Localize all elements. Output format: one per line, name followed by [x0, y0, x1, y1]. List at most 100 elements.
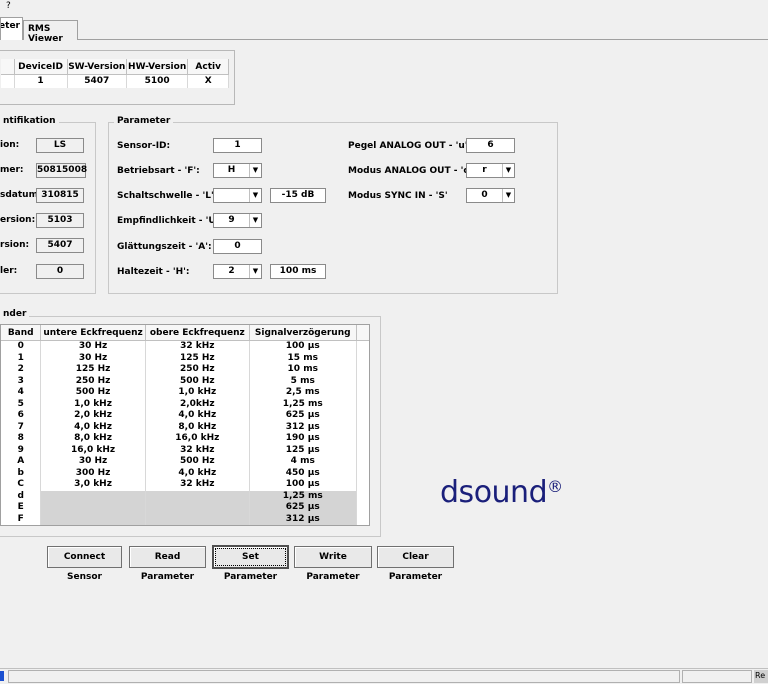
table-row[interactable]: F 312 µs: [1, 513, 369, 525]
upper-frequency-cell: 8,0 kHz: [145, 421, 250, 433]
lower-frequency-cell: 500 Hz: [40, 387, 146, 399]
haltezeit-label: Haltezeit - 'H':: [117, 267, 190, 277]
modus-sync-in-select[interactable]: 0 ▼: [466, 188, 515, 203]
tab-parameter[interactable]: meter: [0, 17, 23, 40]
row-pad-cell: [356, 364, 369, 376]
band-cell: d: [1, 490, 42, 502]
band-cell: 1: [1, 352, 42, 364]
table-row[interactable]: C 3,0 kHz 32 kHz 100 µs: [1, 479, 369, 491]
table-row[interactable]: 9 16,0 kHz 32 kHz 125 µs: [1, 444, 369, 456]
connect-sensor-button[interactable]: Connect Sensor: [47, 546, 122, 582]
lower-frequency-cell: 30 Hz: [40, 352, 146, 364]
lower-frequency-cell: 3,0 kHz: [40, 479, 146, 491]
sensor-id-label: Sensor-ID:: [117, 141, 171, 151]
table-row[interactable]: 7 4,0 kHz 8,0 kHz 312 µs: [1, 421, 369, 433]
status-panel-right: Re: [754, 670, 768, 683]
activ-cell: X: [187, 74, 229, 88]
modus-sync-in-label: Modus SYNC IN - 'S': [348, 191, 448, 201]
device-table[interactable]: DeviceID SW-Version HW-Version Activ 1 5…: [1, 59, 229, 88]
read-parameter-button[interactable]: Read Parameter: [129, 546, 206, 582]
sw-version-cell: 5407: [67, 74, 127, 88]
sensor-type-field: LS: [36, 138, 84, 153]
upper-frequency-cell: 250 Hz: [145, 364, 250, 376]
identification-label: rsion:: [0, 240, 30, 250]
glaettungszeit-input[interactable]: 0: [213, 239, 262, 254]
device-table-header: Activ: [187, 59, 229, 75]
production-date-field: 310815: [36, 188, 84, 203]
status-bar: Re: [0, 668, 768, 684]
upper-frequency-cell: 2,0kHz: [145, 398, 250, 410]
device-table-header: HW-Version: [126, 59, 189, 75]
lower-frequency-cell: 1,0 kHz: [40, 398, 146, 410]
chevron-down-icon[interactable]: ▼: [249, 214, 261, 227]
schaltschwelle-select[interactable]: ▼: [213, 188, 262, 203]
table-row[interactable]: 8 8,0 kHz 16,0 kHz 190 µs: [1, 433, 369, 445]
signal-delay-cell: 125 µs: [249, 444, 357, 456]
empfindlichkeit-select[interactable]: 9 ▼: [213, 213, 262, 228]
baender-table[interactable]: Band untere Eckfrequenz obere Eckfrequen…: [1, 325, 369, 525]
band-cell: 8: [1, 433, 42, 445]
sensor-id-input[interactable]: 1: [213, 138, 262, 153]
serial-number-field: 50815008: [36, 163, 87, 178]
upper-frequency-cell: 500 Hz: [145, 456, 250, 468]
table-row[interactable]: 4 500 Hz 1,0 kHz 2,5 ms: [1, 387, 369, 399]
upper-frequency-cell: [145, 513, 250, 525]
chevron-down-icon[interactable]: ▼: [249, 265, 261, 278]
modus-analog-out-select[interactable]: r ▼: [466, 163, 515, 178]
table-row[interactable]: E 625 µs: [1, 502, 369, 514]
baender-table-container[interactable]: Band untere Eckfrequenz obere Eckfrequen…: [0, 324, 370, 526]
signal-delay-cell: 2,5 ms: [249, 387, 357, 399]
pegel-analog-out-input[interactable]: 6: [466, 138, 515, 153]
identification-label: ler:: [0, 266, 18, 276]
row-pad-cell: [356, 444, 369, 456]
tab-rms-viewer[interactable]: RMS Viewer: [23, 20, 78, 44]
table-row[interactable]: 1 5407 5100 X: [1, 74, 229, 88]
parameter-title: Parameter: [114, 116, 174, 126]
dsound-logo: dsound®: [440, 475, 563, 510]
signal-delay-cell: 312 µs: [249, 421, 357, 433]
lower-frequency-cell: [40, 502, 146, 514]
chevron-down-icon[interactable]: ▼: [502, 189, 514, 202]
status-panel-main: [8, 670, 680, 683]
table-row[interactable]: b 300 Hz 4,0 kHz 450 µs: [1, 467, 369, 479]
table-row[interactable]: 6 2,0 kHz 4,0 kHz 625 µs: [1, 410, 369, 422]
upper-frequency-cell: 32 kHz: [145, 444, 250, 456]
haltezeit-value: 2: [228, 266, 235, 276]
logo-registered-mark: ®: [547, 477, 563, 496]
clear-parameter-button[interactable]: Clear Parameter: [377, 546, 454, 582]
empfindlichkeit-label: Empfindlichkeit - 'U':: [117, 216, 223, 226]
lower-frequency-cell: 250 Hz: [40, 375, 146, 387]
baender-header: Band: [1, 325, 42, 341]
modus-sync-in-value: 0: [481, 190, 488, 200]
chevron-down-icon[interactable]: ▼: [502, 164, 514, 177]
lower-frequency-cell: 30 Hz: [40, 340, 146, 353]
upper-frequency-cell: 4,0 kHz: [145, 410, 250, 422]
modus-analog-out-label: Modus ANALOG OUT - 'o':: [348, 166, 476, 176]
table-row[interactable]: d 1,25 ms: [1, 490, 369, 502]
chevron-down-icon[interactable]: ▼: [249, 164, 261, 177]
write-parameter-button[interactable]: Write Parameter: [294, 546, 372, 582]
pegel-analog-out-label: Pegel ANALOG OUT - 'u':: [348, 141, 472, 151]
glaettungszeit-label: Glättungszeit - 'A':: [117, 242, 212, 252]
band-cell: 9: [1, 444, 42, 456]
signal-delay-cell: 625 µs: [249, 502, 357, 514]
table-row[interactable]: 0 30 Hz 32 kHz 100 µs: [1, 340, 369, 353]
set-parameter-button[interactable]: Set Parameter: [212, 545, 289, 582]
band-cell: C: [1, 479, 42, 491]
table-row[interactable]: A 30 Hz 500 Hz 4 ms: [1, 456, 369, 468]
empfindlichkeit-value: 9: [228, 215, 235, 225]
lower-frequency-cell: 16,0 kHz: [40, 444, 146, 456]
haltezeit-select[interactable]: 2 ▼: [213, 264, 262, 279]
upper-frequency-cell: 125 Hz: [145, 352, 250, 364]
band-cell: 0: [1, 340, 42, 353]
table-row[interactable]: 1 30 Hz 125 Hz 15 ms: [1, 352, 369, 364]
betriebsart-select[interactable]: H ▼: [213, 163, 262, 178]
table-row[interactable]: 5 1,0 kHz 2,0kHz 1,25 ms: [1, 398, 369, 410]
table-row[interactable]: 2 125 Hz 250 Hz 10 ms: [1, 364, 369, 376]
chevron-down-icon[interactable]: ▼: [249, 189, 261, 202]
band-cell: 6: [1, 410, 42, 422]
modus-analog-out-value: r: [482, 165, 487, 175]
row-pad-cell: [356, 421, 369, 433]
help-menu[interactable]: ?: [6, 1, 11, 11]
table-row[interactable]: 3 250 Hz 500 Hz 5 ms: [1, 375, 369, 387]
